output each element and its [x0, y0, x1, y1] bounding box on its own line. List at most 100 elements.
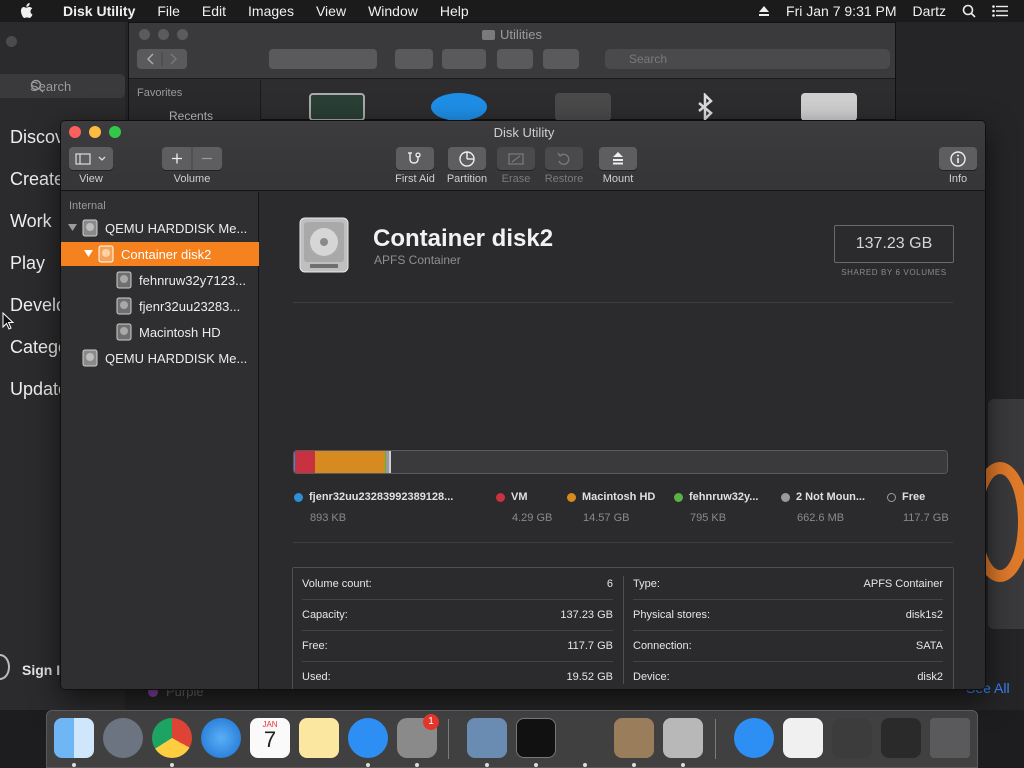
- audio-midi-icon[interactable]: [555, 93, 611, 121]
- apple-menu-icon[interactable]: [20, 3, 38, 19]
- menu-edit[interactable]: Edit: [191, 3, 237, 19]
- spotlight-search-icon[interactable]: [962, 4, 976, 18]
- launchpad-icon[interactable]: [103, 718, 143, 758]
- instruments-icon[interactable]: [565, 718, 605, 758]
- trash-icon[interactable]: [930, 718, 970, 758]
- calendar-icon[interactable]: JAN 7: [250, 718, 290, 758]
- restore-button[interactable]: [545, 147, 583, 170]
- finder-tag-button[interactable]: [543, 49, 579, 69]
- airport-utility-icon[interactable]: [431, 93, 487, 121]
- dock-separator: [448, 719, 449, 759]
- sidebar-item-volume[interactable]: fjenr32uu23283...: [61, 294, 259, 318]
- mouse-cursor: [2, 312, 14, 330]
- info-key: Physical stores:: [633, 608, 711, 621]
- info-row-free: Free: 117.7 GB: [302, 630, 613, 661]
- finder-window: Utilities Search Favorites Recents: [128, 22, 896, 123]
- calculator-icon[interactable]: [614, 718, 654, 758]
- finder-share-button[interactable]: [497, 49, 533, 69]
- volume-icon: [115, 297, 133, 315]
- game-icon[interactable]: [783, 718, 823, 758]
- info-key: Connection:: [633, 639, 692, 652]
- notes-icon[interactable]: [299, 718, 339, 758]
- volume-add-remove-control[interactable]: [162, 147, 222, 170]
- terminal-icon[interactable]: [516, 718, 556, 758]
- chrome-icon[interactable]: [152, 718, 192, 758]
- finder-group-button[interactable]: [395, 49, 433, 69]
- info-value: 137.23 GB: [560, 608, 613, 621]
- erase-button[interactable]: [497, 147, 535, 170]
- info-row-used: Used: 19.52 GB: [302, 661, 613, 689]
- sidebar-item-volume[interactable]: Macintosh HD: [61, 320, 259, 344]
- legend-size: 662.6 MB: [797, 512, 845, 524]
- legend-item: fjenr32uu23283992389128... 893 KB: [294, 491, 453, 524]
- menu-user[interactable]: Dartz: [913, 3, 946, 19]
- search-icon: [30, 79, 44, 93]
- background-nav-create[interactable]: Create: [10, 169, 64, 190]
- mount-label: Mount: [602, 173, 634, 185]
- background-search-field[interactable]: Search: [0, 74, 125, 98]
- finder-view-mode-control[interactable]: [269, 49, 377, 69]
- first-aid-label: First Aid: [395, 173, 435, 185]
- game-icon[interactable]: [832, 718, 872, 758]
- finder-action-button[interactable]: [442, 49, 486, 69]
- erase-icon: [508, 152, 524, 165]
- legend-item: VM 4.29 GB: [496, 491, 552, 524]
- app-store-icon[interactable]: [348, 718, 388, 758]
- sidebar-item-container[interactable]: Container disk2: [61, 242, 259, 266]
- disclosure-triangle-icon[interactable]: [67, 224, 77, 232]
- info-key: Volume count:: [302, 577, 372, 590]
- container-subtitle: APFS Container: [374, 253, 461, 267]
- menu-app-name[interactable]: Disk Utility: [52, 3, 146, 19]
- menu-clock[interactable]: Fri Jan 7 9:31 PM: [786, 3, 897, 19]
- info-row-physical-stores: Physical stores: disk1s2: [633, 599, 943, 630]
- menu-view[interactable]: View: [305, 3, 357, 19]
- background-nav-work[interactable]: Work: [10, 211, 52, 232]
- disclosure-triangle-icon[interactable]: [83, 250, 93, 258]
- info-button[interactable]: [939, 147, 977, 170]
- info-key: Device:: [633, 670, 670, 683]
- boot-camp-icon[interactable]: [801, 93, 857, 121]
- screenshot-icon[interactable]: [881, 718, 921, 758]
- sidebar-item-disk[interactable]: QEMU HARDDISK Me...: [61, 216, 259, 240]
- activity-monitor-icon[interactable]: [309, 93, 365, 121]
- safari-icon[interactable]: [201, 718, 241, 758]
- running-indicator: [681, 763, 685, 767]
- menu-help[interactable]: Help: [429, 3, 480, 19]
- menu-window[interactable]: Window: [357, 3, 429, 19]
- eject-icon[interactable]: [758, 5, 770, 17]
- bluetooth-icon[interactable]: [677, 91, 733, 123]
- partition-button[interactable]: [448, 147, 486, 170]
- finder-search-input[interactable]: Search: [605, 49, 890, 69]
- finder-icon[interactable]: [54, 718, 94, 758]
- finder-titlebar: Utilities Search: [129, 23, 895, 79]
- divider: [293, 542, 953, 543]
- sidebar-item-label: fehnruw32y7123...: [139, 272, 246, 288]
- first-aid-button[interactable]: [396, 147, 434, 170]
- background-nav-play[interactable]: Play: [10, 253, 45, 274]
- volume-icon: [115, 323, 133, 341]
- legend-dot: [294, 492, 303, 502]
- app-store-icon[interactable]: [734, 718, 774, 758]
- menu-images[interactable]: Images: [237, 3, 305, 19]
- legend-size: 117.7 GB: [903, 512, 949, 524]
- background-window-control[interactable]: [6, 36, 17, 47]
- sidebar-item-disk[interactable]: QEMU HARDDISK Me...: [61, 346, 259, 370]
- legend-item: 2 Not Moun... 662.6 MB: [781, 491, 865, 524]
- running-indicator: [415, 763, 419, 767]
- mount-button[interactable]: [599, 147, 637, 170]
- sidebar-item-volume[interactable]: fehnruw32y7123...: [61, 268, 259, 292]
- preview-icon[interactable]: [467, 718, 507, 758]
- finder-back-forward[interactable]: [137, 49, 187, 69]
- legend-size: 4.29 GB: [512, 512, 553, 524]
- notification-center-icon[interactable]: [992, 5, 1008, 17]
- disk-utility-icon[interactable]: [663, 718, 703, 758]
- info-value: APFS Container: [863, 577, 943, 590]
- legend-dot: [496, 492, 505, 502]
- volume-label: Volume: [173, 173, 211, 185]
- menu-file[interactable]: File: [146, 3, 191, 19]
- legend-name: Macintosh HD: [582, 491, 656, 503]
- view-button[interactable]: [69, 147, 113, 170]
- running-indicator: [632, 763, 636, 767]
- legend-name: fehnruw32y...: [689, 491, 759, 503]
- legend-size: 14.57 GB: [583, 512, 630, 524]
